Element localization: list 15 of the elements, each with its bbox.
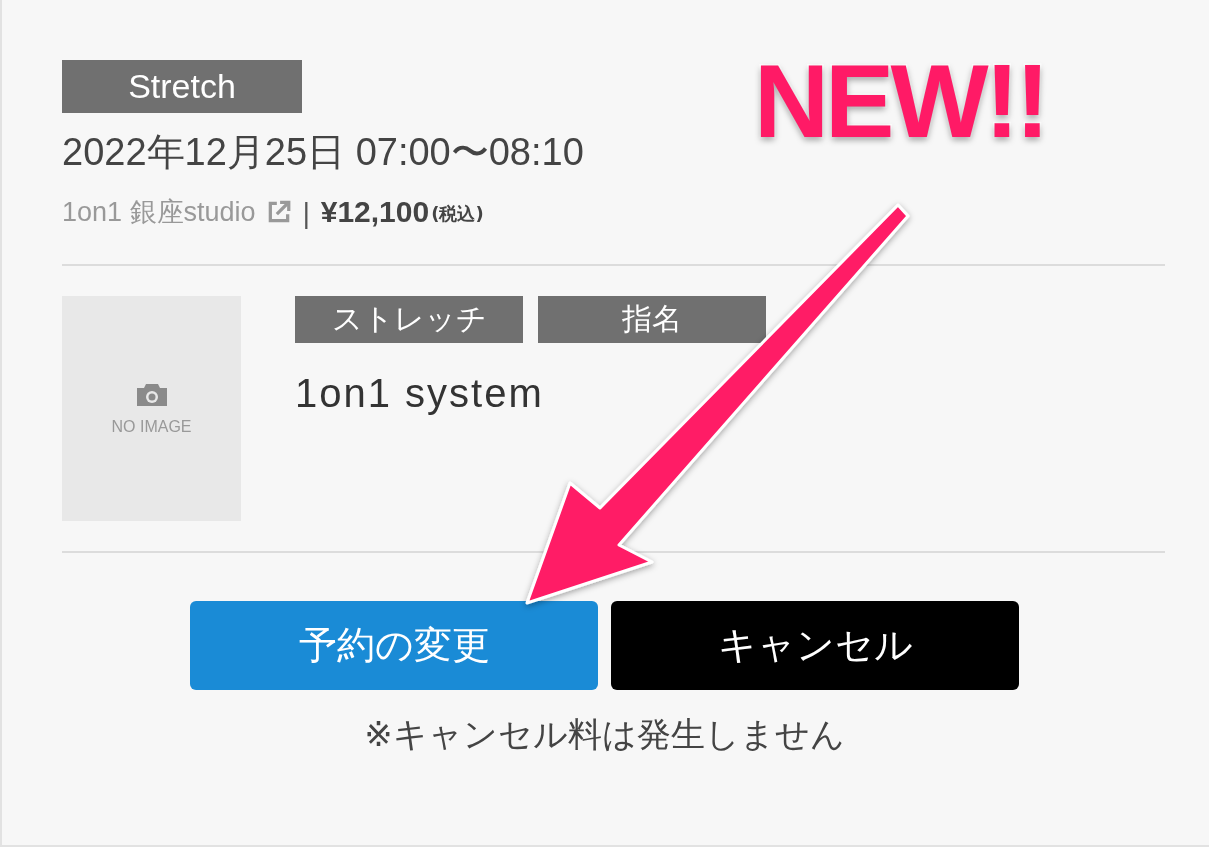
- staff-tag: 指名: [538, 296, 766, 343]
- tax-note: (税込): [431, 202, 484, 226]
- reservation-datetime: 2022年12月25日 07:00〜08:10: [62, 130, 585, 175]
- price: ¥12,100: [320, 195, 430, 229]
- category-tag: Stretch: [62, 60, 302, 113]
- change-reservation-button[interactable]: 予約の変更: [190, 601, 598, 690]
- staff-name: 1on1 system: [295, 371, 545, 416]
- camera-icon: [134, 381, 169, 408]
- separator: |: [301, 196, 311, 228]
- new-annotation: NEW!!: [754, 42, 1046, 161]
- cancel-button[interactable]: キャンセル: [611, 601, 1019, 690]
- no-image-text: NO IMAGE: [111, 417, 192, 436]
- staff-tag: ストレッチ: [295, 296, 523, 343]
- cancellation-note: ※キャンセル料は発生しません: [363, 713, 846, 756]
- studio-name: 1on1 銀座studio: [62, 196, 256, 229]
